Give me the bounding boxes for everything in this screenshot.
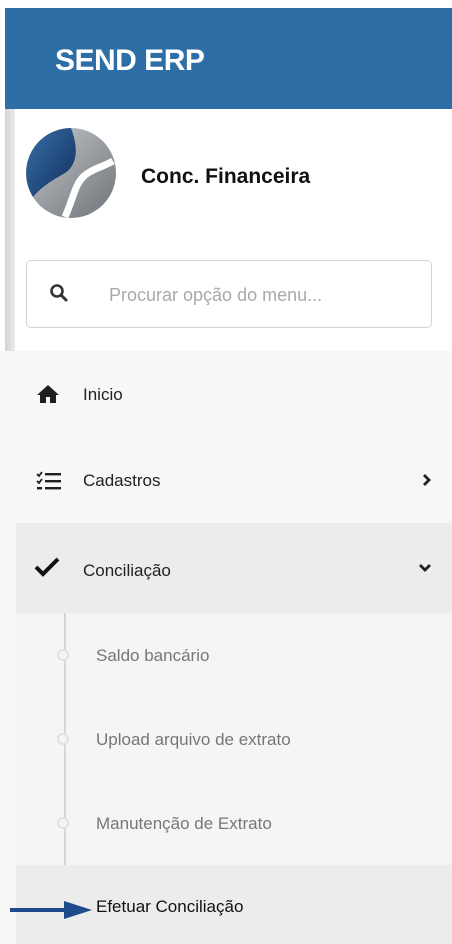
sidebar-item-label: Cadastros bbox=[83, 471, 161, 490]
search-icon bbox=[50, 284, 68, 302]
sidebar-item-label: Inicio bbox=[83, 385, 123, 404]
home-icon bbox=[37, 385, 59, 403]
submenu-item-label: Upload arquivo de extrato bbox=[96, 730, 291, 749]
chevron-down-icon[interactable] bbox=[418, 563, 432, 573]
menu-search-box[interactable] bbox=[26, 260, 432, 328]
checklist-icon bbox=[36, 471, 61, 490]
tree-node-dot bbox=[57, 649, 69, 661]
chevron-right-icon[interactable] bbox=[422, 473, 432, 487]
search-input[interactable] bbox=[107, 275, 421, 315]
tree-node-dot bbox=[57, 817, 69, 829]
sidebar-item-conciliacao[interactable]: Conciliação bbox=[16, 523, 452, 613]
submenu-item-label: Saldo bancário bbox=[96, 646, 210, 665]
company-logo-icon bbox=[26, 128, 116, 219]
sidebar-item-label: Conciliação bbox=[83, 561, 171, 580]
checkmark-icon bbox=[34, 557, 60, 577]
sidebar-item-cadastros[interactable]: Cadastros bbox=[16, 437, 452, 523]
tree-node-dot bbox=[57, 733, 69, 745]
app-brand[interactable]: SEND ERP bbox=[55, 44, 205, 78]
submenu-item-label: Manutenção de Extrato bbox=[96, 814, 272, 833]
submenu-item-label: Efetuar Conciliação bbox=[96, 897, 244, 916]
submenu-item-upload-extrato[interactable]: Upload arquivo de extrato bbox=[16, 697, 452, 781]
submenu-item-saldo-bancario[interactable]: Saldo bancário bbox=[16, 613, 452, 697]
sidebar-item-inicio[interactable]: Inicio bbox=[16, 351, 452, 437]
sidebar-nav: Inicio Cadastros Conciliação Saldo bancá… bbox=[0, 351, 452, 944]
panel-edge bbox=[5, 109, 15, 351]
company-name: Conc. Financeira bbox=[141, 165, 311, 188]
submenu-item-manutencao-extrato[interactable]: Manutenção de Extrato bbox=[16, 781, 452, 865]
app-header: SEND ERP bbox=[5, 8, 452, 109]
pointer-arrow-icon bbox=[10, 901, 92, 919]
